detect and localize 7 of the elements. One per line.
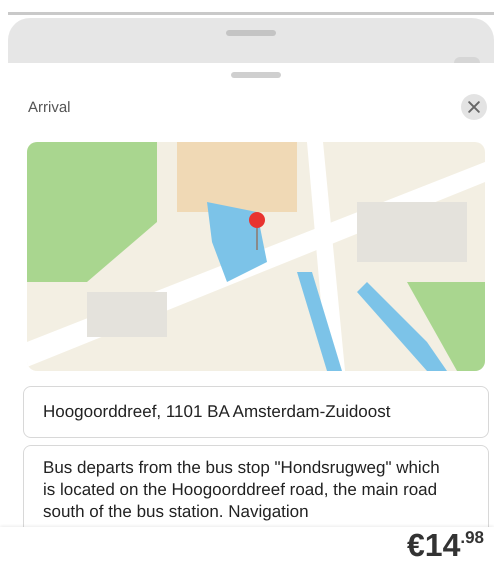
sheet-title: Arrival — [28, 98, 71, 116]
drag-handle[interactable] — [226, 30, 276, 36]
price: €14$^{.98}$ — [406, 527, 484, 565]
drag-handle[interactable] — [231, 72, 281, 78]
close-icon — [468, 101, 480, 113]
address-field[interactable]: Hoogoorddreef, 1101 BA Amsterdam-Zuidoost — [23, 386, 489, 438]
close-button[interactable] — [461, 94, 487, 120]
